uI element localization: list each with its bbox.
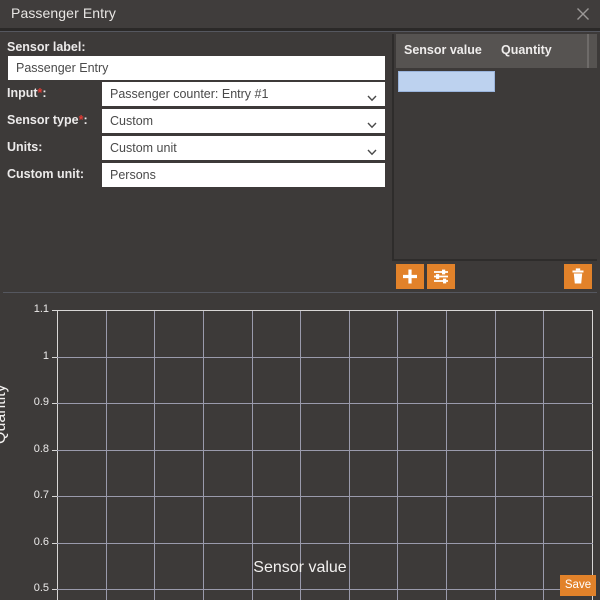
- sensor-values-table: Sensor value Quantity: [392, 34, 597, 259]
- table-header-row: Sensor value Quantity: [396, 34, 597, 68]
- gridline-vertical: [495, 310, 496, 600]
- plus-icon: [403, 269, 417, 284]
- window-title: Passenger Entry: [11, 5, 116, 21]
- delete-row-button[interactable]: [564, 264, 592, 289]
- close-icon[interactable]: [572, 4, 594, 24]
- gridline-vertical: [543, 310, 544, 600]
- custom-unit-label: Custom unit:: [7, 167, 84, 181]
- y-tick-mark: [52, 543, 57, 544]
- y-tick-mark: [52, 496, 57, 497]
- trash-icon: [572, 268, 584, 284]
- input-select[interactable]: Passenger counter: Entry #1: [102, 82, 385, 106]
- column-divider[interactable]: [587, 34, 589, 68]
- gridline-horizontal: [57, 543, 593, 544]
- sensor-configuration-dialog: Passenger Entry Sensor label: Passenger …: [0, 0, 600, 600]
- y-tick-label: 0.6: [33, 536, 49, 548]
- y-axis-label: Quantity: [0, 384, 9, 444]
- y-tick-mark: [52, 450, 57, 451]
- units-select[interactable]: Custom unit: [102, 136, 385, 160]
- sliders-icon: [434, 269, 448, 284]
- gridline-vertical: [106, 310, 107, 600]
- gridline-horizontal: [57, 496, 593, 497]
- x-axis-label: Sensor value: [253, 559, 347, 576]
- gridline-horizontal: [57, 357, 593, 358]
- chevron-down-icon: [366, 116, 378, 129]
- table-body: [396, 68, 597, 259]
- units-select-value: Custom unit: [110, 141, 177, 155]
- y-tick-mark: [52, 310, 57, 311]
- custom-unit-value: Persons: [110, 168, 156, 182]
- custom-unit-label-text: Custom unit:: [7, 167, 85, 181]
- table-bottom-border: [392, 259, 597, 261]
- sensor-curve-chart: 00.10.20.30.40.50.60.70.80.911.100.10.20…: [0, 294, 600, 600]
- table-cell-selected[interactable]: [398, 71, 495, 92]
- title-bar: Passenger Entry: [0, 0, 600, 28]
- y-tick-label: 0.5: [33, 582, 49, 594]
- sensor-type-select-value: Custom: [110, 114, 154, 128]
- y-tick-label: 1.1: [33, 303, 49, 315]
- sensor-type-select[interactable]: Custom: [102, 109, 385, 133]
- gridline-vertical: [349, 310, 350, 600]
- gridline-horizontal: [57, 310, 593, 311]
- add-row-button[interactable]: [396, 264, 424, 289]
- sensor-form: Sensor label: Passenger Entry Input*: Pa…: [0, 34, 390, 292]
- y-tick-mark: [52, 357, 57, 358]
- gridline-vertical: [203, 310, 204, 600]
- chevron-down-icon: [366, 143, 378, 156]
- configure-button[interactable]: [427, 264, 455, 289]
- gridline-vertical: [592, 310, 593, 600]
- units-label-text: Units:: [7, 140, 43, 154]
- units-label: Units:: [7, 140, 42, 154]
- sensor-label-text: Sensor label:: [7, 40, 86, 54]
- input-label: Input*:: [7, 86, 47, 100]
- input-label-colon: :: [42, 86, 47, 100]
- gridline-vertical: [446, 310, 447, 600]
- chevron-down-icon: [366, 89, 378, 102]
- y-tick-label: 0.7: [33, 489, 49, 501]
- gridline-vertical: [397, 310, 398, 600]
- column-header-sensor-value[interactable]: Sensor value: [404, 43, 482, 57]
- column-header-quantity[interactable]: Quantity: [501, 43, 552, 57]
- y-tick-label: 0.8: [33, 443, 49, 455]
- plot-area[interactable]: [57, 310, 593, 600]
- gridline-vertical: [300, 310, 301, 600]
- sensor-label-value: Passenger Entry: [16, 61, 109, 75]
- input-select-value: Passenger counter: Entry #1: [110, 87, 269, 101]
- save-button[interactable]: Save: [560, 575, 596, 596]
- sensor-type-label-colon: :: [83, 113, 88, 127]
- gridline-vertical: [57, 310, 58, 600]
- sensor-type-label-text: Sensor type: [7, 113, 79, 127]
- custom-unit-input[interactable]: Persons: [102, 163, 385, 187]
- gridline-horizontal: [57, 589, 593, 590]
- gridline-horizontal: [57, 450, 593, 451]
- sensor-label-input[interactable]: Passenger Entry: [8, 56, 385, 80]
- y-tick-mark: [52, 403, 57, 404]
- sensor-label-label: Sensor label:: [7, 40, 86, 54]
- y-tick-mark: [52, 589, 57, 590]
- y-tick-label: 1: [42, 350, 49, 362]
- table-toolbar: [392, 262, 597, 290]
- gridline-vertical: [154, 310, 155, 600]
- title-separator-highlight: [0, 31, 600, 32]
- sensor-type-label: Sensor type*:: [7, 113, 88, 127]
- gridline-vertical: [252, 310, 253, 600]
- gridline-horizontal: [57, 403, 593, 404]
- chart-separator: [3, 292, 597, 293]
- input-label-text: Input: [7, 86, 38, 100]
